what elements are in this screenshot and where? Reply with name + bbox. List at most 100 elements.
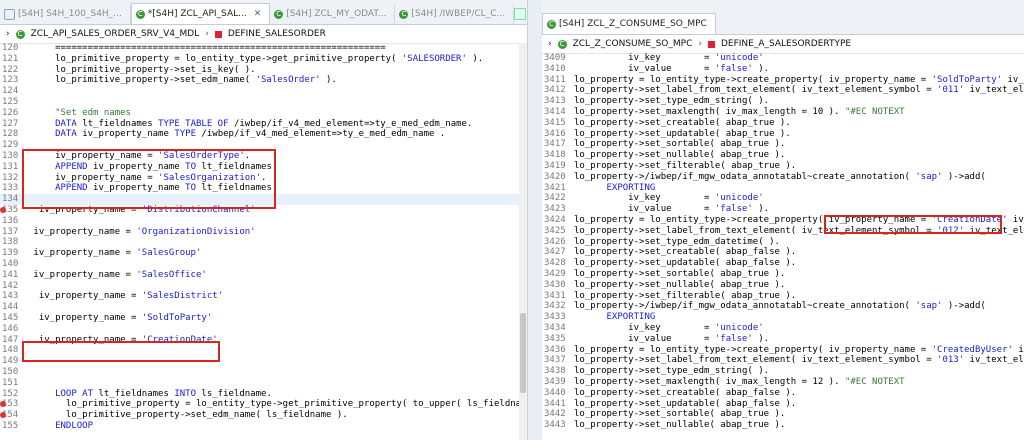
code-line[interactable]: 124 (0, 86, 527, 97)
breadcrumb-class[interactable]: ZCL_Z_CONSUME_SO_MPC (573, 35, 693, 53)
code-line[interactable]: 153 lo_primitive_property = lo_entity_ty… (0, 399, 527, 410)
code-line[interactable]: 155 ENDLOOP (0, 421, 527, 432)
code-line[interactable]: 122 lo_primitive_property->set_is_key( )… (0, 65, 527, 76)
code-line[interactable]: 145 iv_property_name = 'SoldToParty' (0, 313, 527, 324)
line-number: 124 (2, 86, 19, 97)
code-line[interactable]: 120 ====================================… (0, 43, 527, 54)
code-line[interactable]: 3441 lo_property->set_updatable( abap_fal… (542, 399, 1024, 410)
code-line[interactable]: 147 iv_property_name = 'CreationDate' (0, 335, 527, 346)
code-line[interactable]: 3422 iv_key = 'unicode' (542, 193, 1024, 204)
breadcrumb-method[interactable]: DEFINE_SALESORDER (228, 25, 326, 43)
code-line[interactable]: 3442 lo_property->set_sortable( abap_true… (542, 409, 1024, 420)
editor-tab[interactable]: C [S4H] /IWBEP/CL_C... (395, 4, 515, 24)
code-line[interactable]: 149 (0, 356, 527, 367)
editor-tab-active[interactable]: C [S4H] ZCL_Z_CONSUME_SO_MPC (542, 13, 716, 34)
breadcrumb-class[interactable]: ZCL_API_SALES_ORDER_SRV_V4_MDL (31, 25, 200, 43)
code-line[interactable]: 3435 iv_value = 'false' ). (542, 334, 1024, 345)
code-line[interactable]: 3425 lo_property->set_label_from_text_ele… (542, 226, 1024, 237)
line-number: 140 (2, 258, 19, 269)
code-line[interactable]: 140 (0, 259, 527, 270)
code-line[interactable]: 152 LOOP AT lt_fieldnames INTO ls_fieldn… (0, 389, 527, 400)
code-line[interactable]: 3413 lo_property->set_type_edm_string( ). (542, 96, 1024, 107)
code-line[interactable]: 148 (0, 345, 527, 356)
code-line[interactable]: 3440 lo_property->set_creatable( abap_fal… (542, 388, 1024, 399)
code-line[interactable]: 150 (0, 367, 527, 378)
code-line[interactable]: 146 (0, 324, 527, 335)
code-line[interactable]: 144 (0, 302, 527, 313)
code-line[interactable]: 132 iv_property_name = 'SalesOrganizatio… (0, 173, 527, 184)
code-line[interactable]: 133 APPEND iv_property_name TO lt_fieldn… (0, 183, 527, 194)
expand-arrow-icon[interactable]: › (548, 35, 552, 53)
code-line[interactable]: 3414 lo_property->set_maxlength( iv_max_l… (542, 107, 1024, 118)
editor-tab[interactable]: C [S4H] ZCL_MY_ODAT... (270, 4, 396, 24)
code-line[interactable]: 136 (0, 216, 527, 227)
code-line[interactable]: 3418 lo_property->set_nullable( abap_true… (542, 150, 1024, 161)
error-marker-icon[interactable] (0, 206, 6, 213)
code-line[interactable]: 3427 lo_property->set_creatable( abap_fal… (542, 247, 1024, 258)
code-line[interactable]: 3436 lo_property = lo_entity_type->create… (542, 345, 1024, 356)
line-number: 130 (2, 150, 19, 161)
code-line[interactable]: 3428 lo_property->set_updatable( abap_fal… (542, 258, 1024, 269)
code-line[interactable]: 128 DATA iv_property_name TYPE /iwbep/if… (0, 129, 527, 140)
line-number: 146 (2, 323, 19, 334)
code-line[interactable]: 134 (0, 194, 527, 205)
code-line[interactable]: 3437 lo_property->set_label_from_text_ele… (542, 355, 1024, 366)
close-icon[interactable]: ✕ (254, 4, 262, 24)
code-line[interactable]: 139 iv_property_name = 'SalesGroup' (0, 248, 527, 259)
code-line[interactable]: 3426 lo_property->set_type_edm_datetime( … (542, 237, 1024, 248)
code-line[interactable]: 3429 lo_property->set_sortable( abap_true… (542, 269, 1024, 280)
code-line[interactable]: 142 (0, 281, 527, 292)
code-line[interactable]: 3415 lo_property->set_creatable( abap_tru… (542, 118, 1024, 129)
code-text: lo_property->set_creatable( abap_false )… (574, 247, 797, 258)
code-line[interactable]: 154 lo_primitive_property->set_edm_name(… (0, 410, 527, 421)
code-line[interactable]: 3430 lo_property->set_nullable( abap_true… (542, 280, 1024, 291)
code-line[interactable]: 3419 lo_property->set_filterable( abap_tr… (542, 161, 1024, 172)
code-text: iv_property_name = 'SalesGroup' (28, 248, 202, 259)
code-line[interactable]: 126 "Set edm names (0, 108, 527, 119)
code-editor[interactable]: 3409 iv_key = 'unicode' 3410 iv_value = '… (542, 53, 1024, 440)
code-line[interactable]: 127 DATA lt_fieldnames TYPE TABLE OF /iw… (0, 119, 527, 130)
code-line[interactable]: 3410 iv_value = 'false' ). (542, 64, 1024, 75)
code-line[interactable]: 3417 lo_property->set_sortable( abap_true… (542, 139, 1024, 150)
code-line[interactable]: 3431 lo_property->set_filterable( abap_tr… (542, 291, 1024, 302)
pane-divider[interactable] (527, 0, 543, 440)
editor-tab-active[interactable]: C *[S4H] ZCL_API_SAL... ✕ (130, 3, 271, 24)
code-line[interactable]: 129 (0, 140, 527, 151)
code-line[interactable]: 130 iv_property_name = 'SalesOrderType'. (0, 151, 527, 162)
code-line[interactable]: 3443 lo_property->set_nullable( abap_true… (542, 420, 1024, 431)
code-line[interactable]: 151 (0, 378, 527, 389)
code-line[interactable]: 3421 EXPORTING (542, 183, 1024, 194)
code-line[interactable]: 3432 lo_property->/iwbep/if_mgw_odata_ann… (542, 301, 1024, 312)
code-line[interactable]: 3423 iv_value = 'false' ). (542, 204, 1024, 215)
scrollbar[interactable] (519, 43, 527, 440)
line-number: 3413 (544, 96, 566, 107)
code-line[interactable]: 131 APPEND iv_property_name TO lt_fieldn… (0, 162, 527, 173)
code-line[interactable]: 3411 lo_property = lo_entity_type->create… (542, 75, 1024, 86)
code-line[interactable]: 3416 lo_property->set_updatable( abap_tru… (542, 129, 1024, 140)
code-line[interactable]: 143 iv_property_name = 'SalesDistrict' (0, 291, 527, 302)
code-line[interactable]: 3438 lo_property->set_type_edm_string( ). (542, 366, 1024, 377)
breadcrumb-method[interactable]: DEFINE_A_SALESORDERTYPE (721, 35, 851, 53)
editor-tab[interactable]: [S4H] S4H_100_S4H_... (0, 4, 131, 24)
code-line[interactable]: 3412 lo_property->set_label_from_text_ele… (542, 85, 1024, 96)
method-icon (707, 40, 715, 48)
code-line[interactable]: 125 (0, 97, 527, 108)
code-line[interactable]: 123 lo_primitive_property->set_edm_name(… (0, 75, 527, 86)
toolbar-icon[interactable] (514, 8, 527, 20)
code-line[interactable]: 3409 iv_key = 'unicode' (542, 53, 1024, 64)
code-line[interactable]: 135 iv_property_name = 'DistributionChan… (0, 205, 527, 216)
code-line[interactable]: 3424 lo_property = lo_entity_type->create… (542, 215, 1024, 226)
code-editor[interactable]: 120 ====================================… (0, 43, 527, 440)
code-text: iv_value = 'false' ). (574, 63, 770, 74)
code-line[interactable]: 141 iv_property_name = 'SalesOffice' (0, 270, 527, 281)
line-number: 3409 (544, 53, 566, 63)
code-line[interactable]: 137 iv_property_name = 'OrganizationDivi… (0, 227, 527, 238)
code-line[interactable]: 3433 EXPORTING (542, 312, 1024, 323)
code-line[interactable]: 3420 lo_property->/iwbep/if_mgw_odata_ann… (542, 172, 1024, 183)
code-line[interactable]: 3439 lo_property->set_maxlength( iv_max_l… (542, 377, 1024, 388)
expand-arrow-icon[interactable]: › (6, 25, 10, 43)
scrollbar-thumb[interactable] (520, 313, 526, 393)
code-line[interactable]: 121 lo_primitive_property = lo_entity_ty… (0, 54, 527, 65)
code-line[interactable]: 138 (0, 237, 527, 248)
code-line[interactable]: 3434 iv_key = 'unicode' (542, 323, 1024, 334)
